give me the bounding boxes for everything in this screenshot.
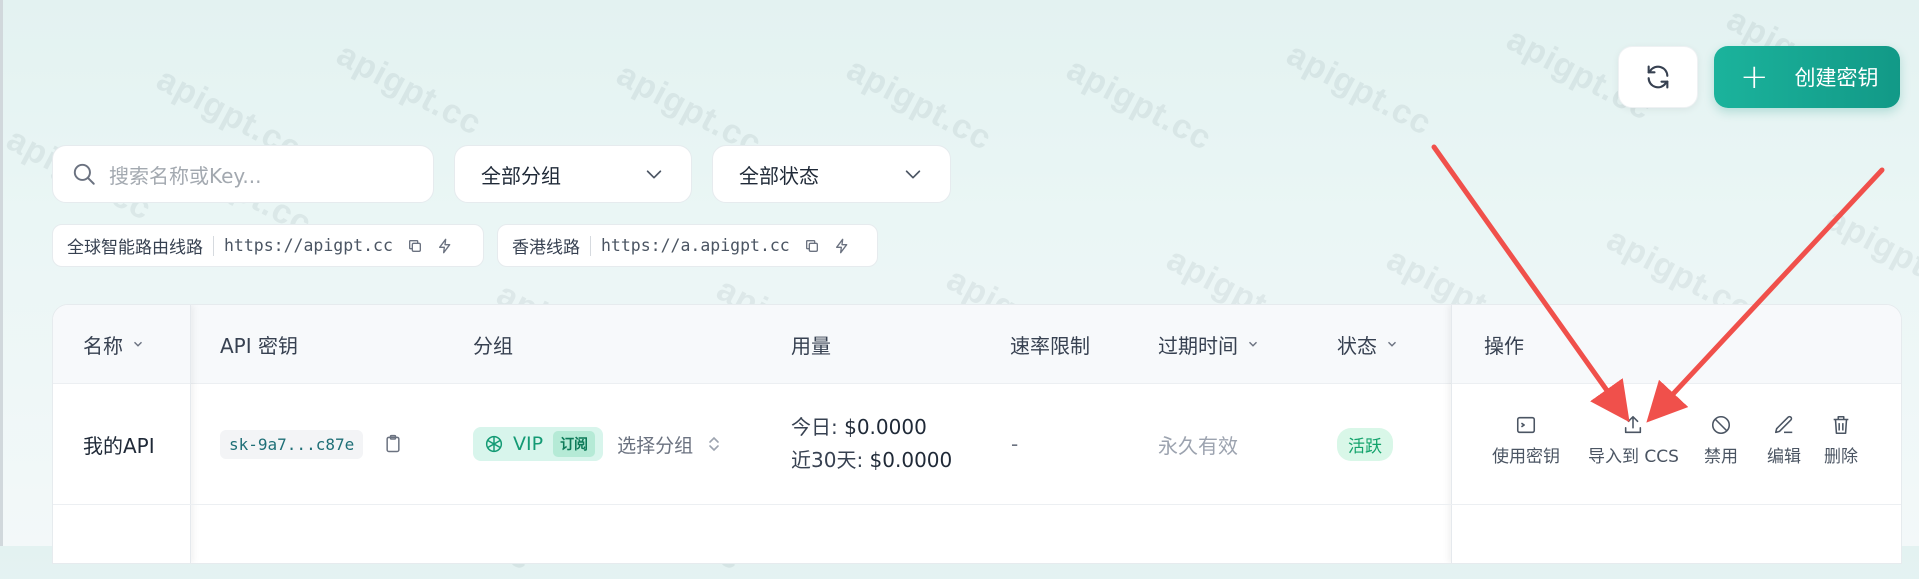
disable-label: 禁用	[1704, 447, 1738, 467]
usage-today-value: $0.0000	[844, 415, 927, 439]
group-filter-value: 全部分组	[481, 163, 561, 188]
divider	[213, 235, 214, 256]
header-name[interactable]: 名称	[83, 305, 145, 383]
header-actions: 操作	[1484, 305, 1524, 383]
chevron-updown-icon	[709, 436, 719, 452]
window-edge	[0, 0, 3, 546]
lightning-icon[interactable]	[834, 238, 850, 254]
search-placeholder: 搜索名称或Key...	[109, 163, 262, 188]
header-status-label: 状态	[1337, 333, 1377, 358]
delete-label: 删除	[1824, 447, 1858, 467]
trash-icon	[1833, 415, 1849, 435]
header-rate-limit-label: 速率限制	[1010, 333, 1090, 358]
group-tag: VIP 订阅	[473, 427, 604, 461]
header-api-key-label: API 密钥	[220, 333, 298, 358]
status-badge: 活跃	[1337, 427, 1393, 461]
rate-limit-value: -	[1011, 432, 1019, 456]
api-keys-table: 名称 API 密钥 分组 用量 速率限制 过期时间 状态 操作 我的API sk…	[52, 304, 1902, 564]
lightning-icon[interactable]	[437, 238, 453, 254]
usage-30d-value: $0.0000	[869, 448, 953, 472]
header-usage-label: 用量	[791, 333, 831, 358]
rate-limit-cell: -	[1011, 384, 1018, 504]
openai-icon	[485, 435, 503, 453]
status-cell: 活跃	[1337, 384, 1393, 504]
disable-button[interactable]: 禁用	[1704, 414, 1738, 467]
api-key-value: sk-9a7...c87e	[220, 429, 364, 459]
delete-button[interactable]: 删除	[1824, 414, 1858, 467]
select-group-label: 选择分组	[617, 434, 694, 457]
header-name-label: 名称	[83, 333, 123, 358]
subscription-badge: 订阅	[553, 431, 596, 457]
key-name: 我的API	[83, 384, 155, 504]
watermark: apigpt.cc	[1820, 200, 1919, 308]
create-key-button[interactable]: + 创建密钥	[1714, 46, 1900, 108]
chevron-down-icon	[646, 170, 662, 179]
watermark: apigpt.cc	[1280, 35, 1439, 143]
header-status[interactable]: 状态	[1337, 305, 1399, 383]
usage-today-label: 今日:	[791, 415, 838, 439]
group-cell: VIP 订阅 选择分组	[473, 384, 721, 504]
route-chip-global: 全球智能路由线路 https://apigpt.cc	[52, 224, 484, 267]
copy-icon[interactable]	[804, 238, 820, 254]
expire-value: 永久有效	[1158, 433, 1238, 458]
watermark: apigpt.cc	[330, 35, 489, 143]
refresh-button[interactable]	[1618, 46, 1698, 108]
route-name: 全球智能路由线路	[67, 238, 203, 258]
route-chip-hongkong: 香港线路 https://a.apigpt.cc	[497, 224, 878, 267]
search-icon	[71, 161, 97, 187]
table-row: 我的API sk-9a7...c87e VIP 订阅 选择分组 今日: $0.0…	[53, 384, 1901, 505]
header-group-label: 分组	[473, 333, 513, 358]
use-key-button[interactable]: 使用密钥	[1492, 414, 1560, 467]
header-actions-label: 操作	[1484, 333, 1524, 358]
copy-icon[interactable]	[407, 238, 423, 254]
header-rate-limit: 速率限制	[1010, 305, 1090, 383]
api-key-cell: sk-9a7...c87e	[220, 384, 403, 504]
key-name-text: 我的API	[83, 433, 155, 458]
import-ccs-button[interactable]: 导入到 CCS	[1588, 414, 1679, 467]
expire-cell: 永久有效	[1158, 384, 1238, 504]
edit-button[interactable]: 编辑	[1767, 414, 1801, 467]
header-api-key: API 密钥	[220, 305, 298, 383]
group-filter-select[interactable]: 全部分组	[454, 145, 692, 203]
status-filter-select[interactable]: 全部状态	[712, 145, 951, 203]
refresh-icon	[1647, 65, 1669, 89]
ban-icon	[1711, 415, 1731, 435]
usage-cell: 今日: $0.0000 近30天: $0.0000	[791, 384, 952, 504]
create-key-label: 创建密钥	[1794, 66, 1879, 90]
watermark: apigpt.cc	[1060, 50, 1219, 158]
chevron-down-icon	[131, 337, 145, 351]
group-name: VIP	[513, 433, 544, 455]
edit-icon	[1774, 415, 1793, 434]
terminal-icon	[1516, 416, 1536, 434]
import-ccs-label: 导入到 CCS	[1588, 447, 1679, 467]
route-url: https://a.apigpt.cc	[601, 236, 790, 255]
chevron-down-icon	[1385, 337, 1399, 351]
divider	[590, 235, 591, 256]
header-expire[interactable]: 过期时间	[1158, 305, 1260, 383]
search-input[interactable]: 搜索名称或Key...	[52, 145, 434, 203]
chevron-down-icon	[1246, 337, 1260, 351]
usage-30d-label: 近30天:	[791, 448, 864, 472]
route-name: 香港线路	[512, 238, 580, 258]
edit-label: 编辑	[1767, 447, 1801, 467]
use-key-label: 使用密钥	[1492, 447, 1560, 467]
header-usage: 用量	[791, 305, 831, 383]
route-url: https://apigpt.cc	[224, 236, 393, 255]
plus-icon: +	[1740, 57, 1769, 97]
header-group: 分组	[473, 305, 513, 383]
status-filter-value: 全部状态	[739, 163, 819, 188]
watermark: apigpt.cc	[840, 50, 999, 158]
select-group-dropdown[interactable]: 选择分组	[617, 431, 721, 458]
clipboard-icon[interactable]	[383, 434, 403, 454]
chevron-down-icon	[905, 170, 921, 179]
upload-icon	[1625, 415, 1642, 434]
header-expire-label: 过期时间	[1158, 333, 1238, 358]
